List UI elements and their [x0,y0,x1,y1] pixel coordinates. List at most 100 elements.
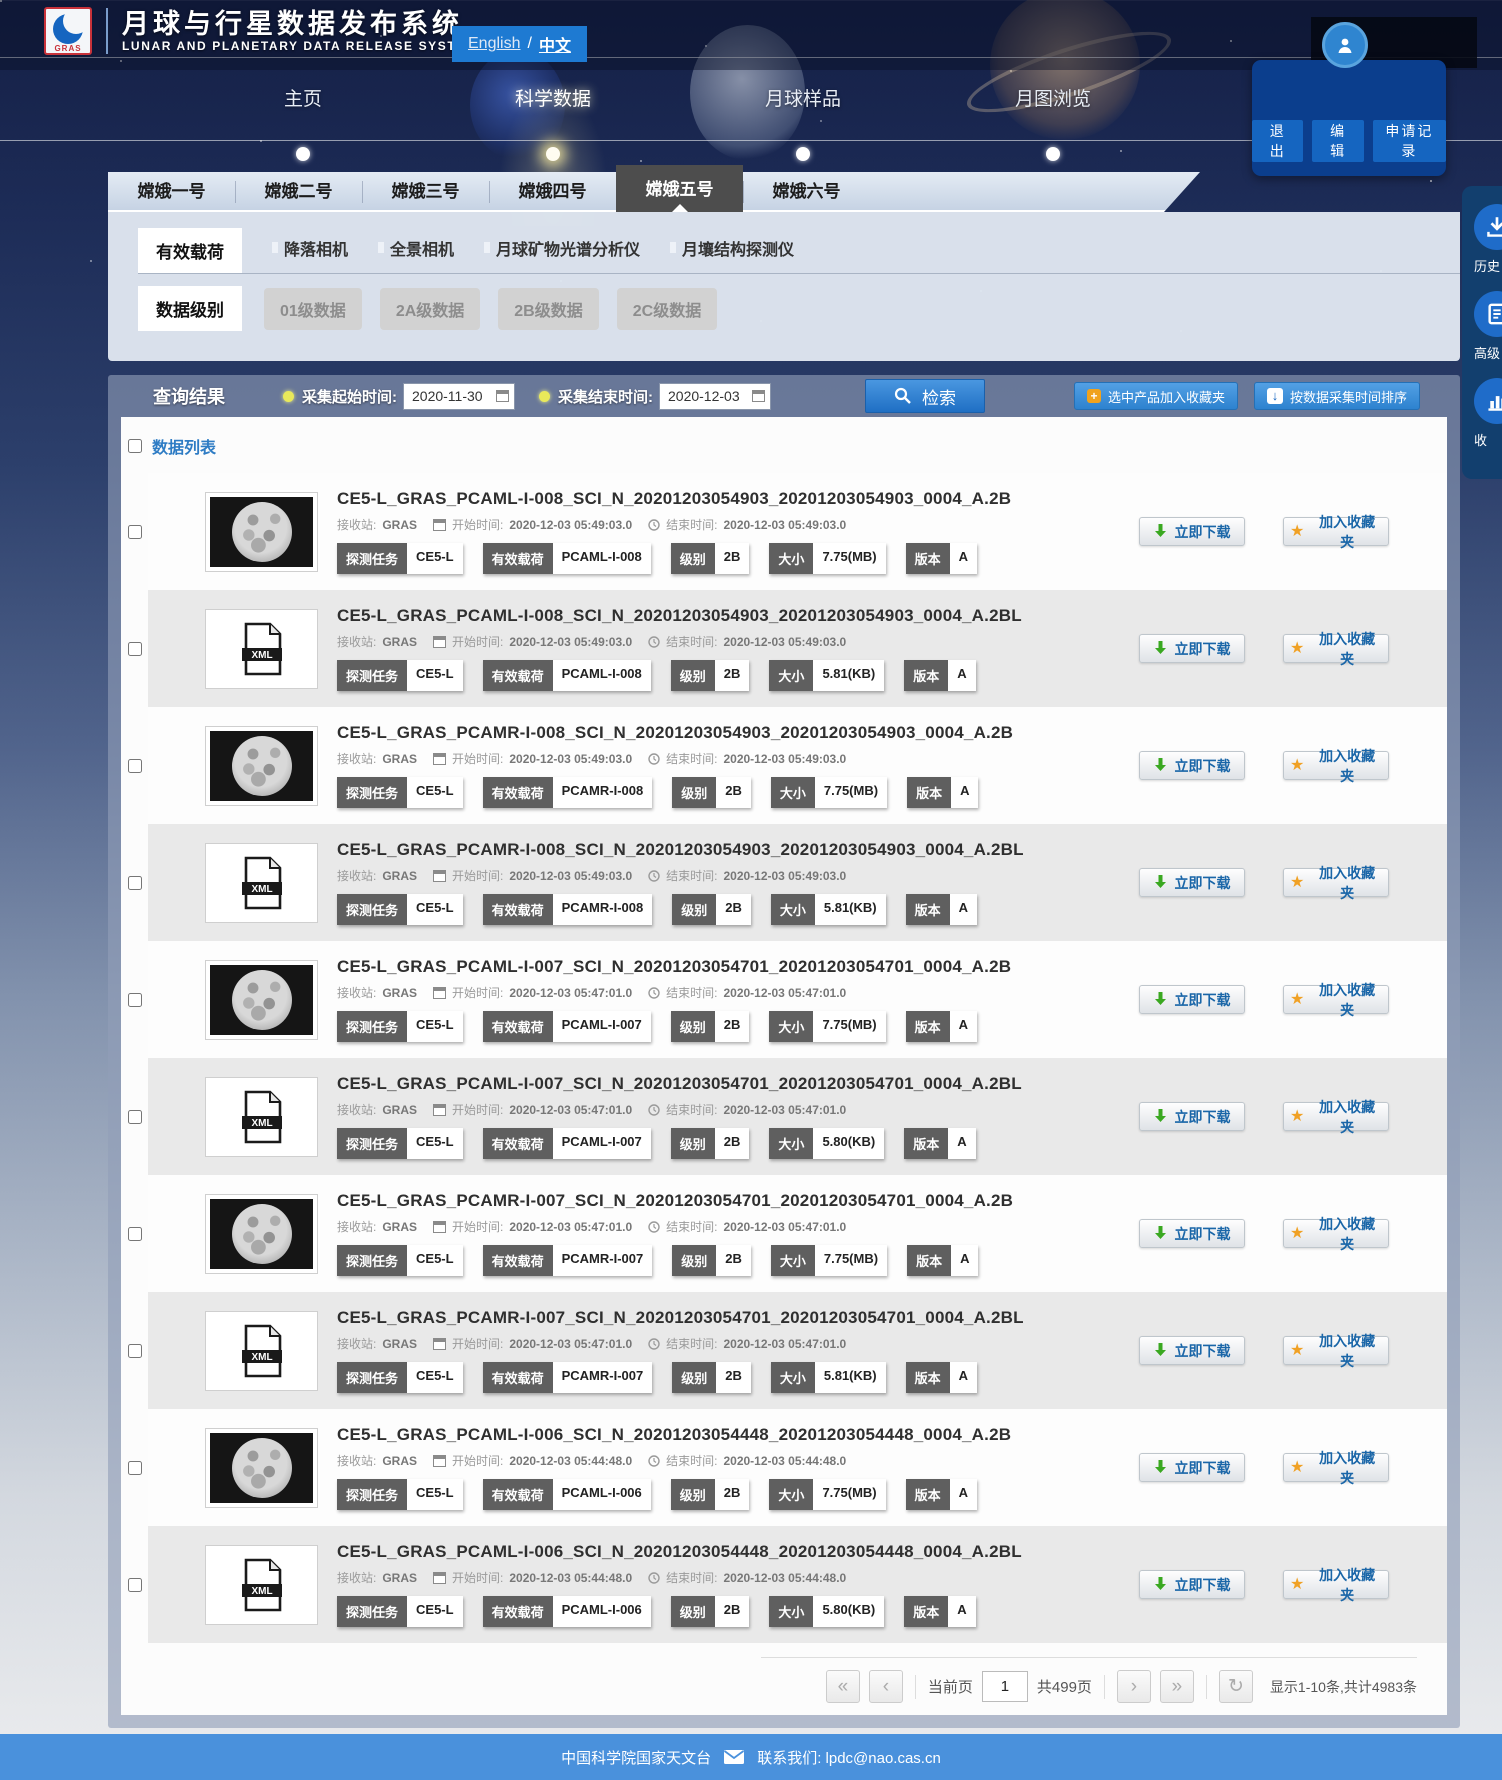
nav-item-3[interactable]: 月图浏览 [988,84,1118,161]
payload-filter-0[interactable]: 降落相机 [272,236,348,266]
tab-2[interactable]: 嫦娥三号 [362,172,489,212]
level-filter-1[interactable]: 2A级数据 [380,288,480,330]
add-favorite-button[interactable]: ★ 加入收藏夹 [1283,868,1389,897]
download-button[interactable]: 立即下载 [1139,634,1245,663]
data-thumbnail[interactable]: XML [205,1077,318,1157]
language-english-link[interactable]: English [468,35,520,53]
download-button[interactable]: 立即下载 [1139,1570,1245,1599]
data-thumbnail[interactable]: XML [205,726,318,806]
data-thumbnail[interactable]: XML [205,492,318,572]
data-thumbnail[interactable]: XML [205,843,318,923]
sidebar-item-2[interactable]: 收 [1474,378,1502,449]
level-filter-2[interactable]: 2B级数据 [498,288,598,330]
user-menu-button-2[interactable]: 申请记录 [1373,120,1446,162]
first-page-button[interactable]: « [826,1670,860,1703]
select-all-checkbox[interactable] [128,439,142,453]
add-favorite-button[interactable]: ★ 加入收藏夹 [1283,517,1389,546]
add-favorite-button[interactable]: ★ 加入收藏夹 [1283,1102,1389,1131]
user-avatar-icon[interactable] [1322,22,1368,68]
prev-page-button[interactable]: ‹ [869,1670,903,1703]
xml-file-icon: XML [240,856,284,910]
download-button[interactable]: 立即下载 [1139,1453,1245,1482]
data-product-title[interactable]: CE5-L_GRAS_PCAMR-I-007_SCI_N_20201203054… [337,1191,1127,1211]
data-thumbnail[interactable]: XML [205,609,318,689]
row-checkbox[interactable] [128,1110,142,1124]
add-selected-to-favorites-button[interactable]: + 选中产品加入收藏夹 [1074,382,1238,410]
row-checkbox[interactable] [128,1578,142,1592]
payload-filter-1[interactable]: 全景相机 [378,236,454,266]
add-favorite-button[interactable]: ★ 加入收藏夹 [1283,1336,1389,1365]
star-icon: ★ [1290,1227,1304,1241]
next-page-button[interactable]: › [1117,1670,1151,1703]
data-thumbnail[interactable]: XML [205,1428,318,1508]
table-row: XML CE5-L_GRAS_PCAML-I-008_SCI_N_2020120… [121,473,1447,590]
download-button[interactable]: 立即下载 [1139,517,1245,546]
add-favorite-button[interactable]: ★ 加入收藏夹 [1283,751,1389,780]
data-product-tags: 探测任务CE5-L 有效载荷PCAML-I-006 级别2B 大小7.75(MB… [337,1479,1127,1510]
calendar-icon[interactable] [752,390,765,402]
data-product-title[interactable]: CE5-L_GRAS_PCAMR-I-008_SCI_N_20201203054… [337,840,1127,860]
data-product-title[interactable]: CE5-L_GRAS_PCAMR-I-007_SCI_N_20201203054… [337,1308,1127,1328]
add-favorite-button[interactable]: ★ 加入收藏夹 [1283,985,1389,1014]
data-thumbnail[interactable]: XML [205,1545,318,1625]
add-favorite-button[interactable]: ★ 加入收藏夹 [1283,1570,1389,1599]
row-checkbox[interactable] [128,993,142,1007]
data-product-title[interactable]: CE5-L_GRAS_PCAML-I-006_SCI_N_20201203054… [337,1425,1127,1445]
data-product-title[interactable]: CE5-L_GRAS_PCAML-I-008_SCI_N_20201203054… [337,606,1127,626]
add-favorite-button[interactable]: ★ 加入收藏夹 [1283,634,1389,663]
search-button[interactable]: 检索 [865,379,985,413]
sort-by-time-button[interactable]: ↓ 按数据采集时间排序 [1254,382,1420,410]
add-favorite-button[interactable]: ★ 加入收藏夹 [1283,1219,1389,1248]
tab-4[interactable]: 嫦娥五号 [616,165,743,212]
row-checkbox[interactable] [128,642,142,656]
payload-filter-3[interactable]: 月壤结构探测仪 [670,236,794,266]
row-checkbox[interactable] [128,1344,142,1358]
nav-item-1[interactable]: 科学数据 [488,84,618,161]
language-switcher[interactable]: English / 中文 [452,26,587,62]
row-checkbox[interactable] [128,525,142,539]
tab-3[interactable]: 嫦娥四号 [489,172,616,212]
data-product-title[interactable]: CE5-L_GRAS_PCAMR-I-008_SCI_N_20201203054… [337,723,1127,743]
tab-0[interactable]: 嫦娥一号 [108,172,235,212]
data-product-title[interactable]: CE5-L_GRAS_PCAML-I-007_SCI_N_20201203054… [337,957,1127,977]
download-button[interactable]: 立即下载 [1139,985,1245,1014]
payload-chip: 有效载荷PCAMR-I-007 [483,1245,653,1276]
data-thumbnail[interactable]: XML [205,1194,318,1274]
data-product-title[interactable]: CE5-L_GRAS_PCAML-I-007_SCI_N_20201203054… [337,1074,1127,1094]
download-button[interactable]: 立即下载 [1139,1219,1245,1248]
page-number-input[interactable] [982,1671,1028,1702]
filter-payload-label[interactable]: 有效载荷 [138,228,242,273]
row-checkbox[interactable] [128,1227,142,1241]
calendar-icon[interactable] [496,390,509,402]
language-chinese-link[interactable]: 中文 [539,32,571,56]
nav-item-0[interactable]: 主页 [238,84,368,161]
svg-text:XML: XML [251,1118,272,1129]
sidebar-item-0[interactable]: 历史 [1474,204,1502,275]
data-thumbnail[interactable]: XML [205,960,318,1040]
download-button[interactable]: 立即下载 [1139,1336,1245,1365]
last-page-button[interactable]: » [1160,1670,1194,1703]
tab-5[interactable]: 嫦娥六号 [743,172,870,212]
row-checkbox[interactable] [128,759,142,773]
row-checkbox[interactable] [128,876,142,890]
size-chip: 大小5.81(KB) [771,894,886,925]
tab-1[interactable]: 嫦娥二号 [235,172,362,212]
download-button[interactable]: 立即下载 [1139,1102,1245,1131]
refresh-icon[interactable]: ↻ [1219,1670,1253,1703]
user-menu-button-0[interactable]: 退 出 [1252,120,1303,162]
payload-filter-2[interactable]: 月球矿物光谱分析仪 [484,236,640,266]
download-button[interactable]: 立即下载 [1139,868,1245,897]
sidebar-item-label: 高级 [1474,343,1502,362]
user-menu-button-1[interactable]: 编 辑 [1312,120,1363,162]
row-checkbox[interactable] [128,1461,142,1475]
sidebar-item-1[interactable]: 高级 [1474,291,1502,362]
data-product-title[interactable]: CE5-L_GRAS_PCAML-I-008_SCI_N_20201203054… [337,489,1127,509]
data-thumbnail[interactable]: XML [205,1311,318,1391]
data-product-title[interactable]: CE5-L_GRAS_PCAML-I-006_SCI_N_20201203054… [337,1542,1127,1562]
nav-item-2[interactable]: 月球样品 [738,84,868,161]
add-favorite-button[interactable]: ★ 加入收藏夹 [1283,1453,1389,1482]
download-button[interactable]: 立即下载 [1139,751,1245,780]
level-filter-0[interactable]: 01级数据 [264,288,362,330]
level-filter-3[interactable]: 2C级数据 [617,288,717,330]
filter-level-label[interactable]: 数据级别 [138,286,242,331]
